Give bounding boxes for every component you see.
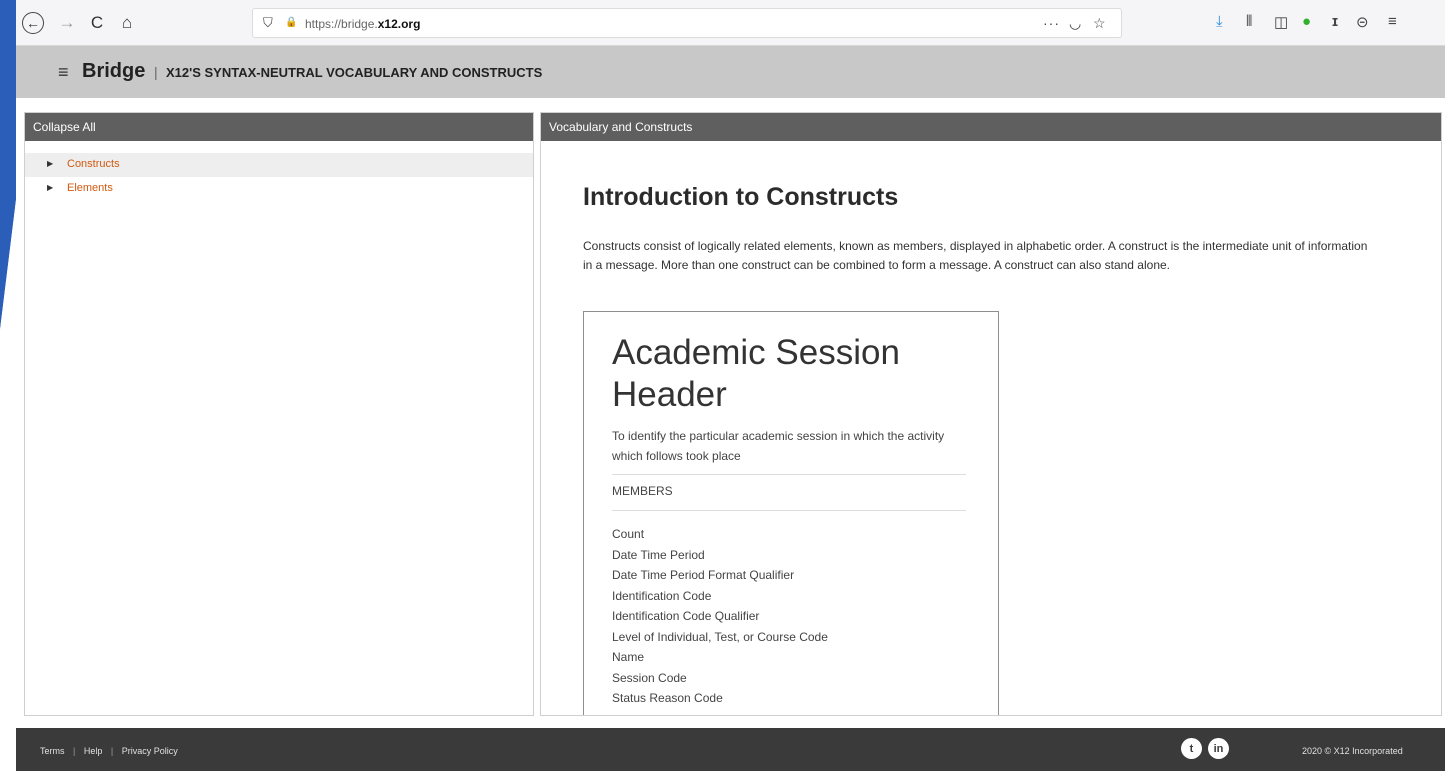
intro-paragraph: Constructs consist of logically related … [583,239,1368,272]
accent-shape [0,0,16,771]
tree-item-label[interactable]: Elements [67,182,113,194]
help-link[interactable]: Help [84,746,103,756]
content-panel: Vocabulary and Constructs Introduction t… [540,112,1442,716]
copyright-text: 2020 © X12 Incorporated [1302,746,1403,756]
footer: Terms | Help | Privacy Policy t in 2020 … [16,728,1445,771]
content-panel-header: Vocabulary and Constructs [541,113,1441,141]
slide-accent [0,0,16,771]
member-item: Identification Code Qualifier [612,609,760,623]
browser-toolbar: ← → C ⌂ ⛉ 🔒 https://bridge.x12.org ··· ◡… [16,0,1445,46]
footer-separator: | [110,746,114,756]
tree-item-constructs[interactable]: ▶ Constructs [25,153,533,177]
tree-item-label[interactable]: Constructs [67,158,120,170]
navigation-panel: Collapse All ▶ Constructs ▶ Elements [24,112,534,716]
member-item: Date Time Period Format Qualifier [612,568,795,582]
browser-menu-icon[interactable]: ≡ [1388,13,1397,30]
bookmark-star-icon[interactable]: ☆ [1093,15,1106,32]
lock-icon[interactable]: 🔒 [285,17,297,28]
forward-icon[interactable]: → [56,12,78,34]
construct-card: Academic Session Header To identify the … [583,311,999,715]
url-domain: x12.org [377,17,421,31]
site-subtitle: X12'S SYNTAX-NEUTRAL VOCABULARY AND CONS… [166,65,543,80]
info-icon[interactable]: ɪ [1332,13,1338,30]
url-prefix: https://bridge. [305,17,378,31]
library-icon[interactable]: ⫴ [1246,13,1252,30]
address-bar[interactable]: ⛉ 🔒 https://bridge.x12.org ··· ◡ ☆ [252,8,1122,38]
brand-separator: | [154,64,158,80]
tree-list: ▶ Constructs ▶ Elements [25,141,533,201]
twitter-icon[interactable]: t [1181,738,1202,759]
member-item: Count [612,527,645,541]
member-item: Level of Individual, Test, or Course Cod… [612,629,828,644]
page-title: Introduction to Constructs [583,183,899,211]
expand-arrow-icon[interactable]: ▶ [47,159,53,168]
url-text[interactable]: https://bridge.x12.org [305,17,420,31]
app-header: ≡ Bridge | X12'S SYNTAX-NEUTRAL VOCABULA… [16,46,1445,98]
more-icon[interactable]: ··· [1043,15,1060,31]
expand-arrow-icon[interactable]: ▶ [47,183,53,192]
shield-icon[interactable]: ⛉ [263,15,273,31]
footer-links: Terms | Help | Privacy Policy [40,746,178,756]
home-icon[interactable]: ⌂ [116,12,138,34]
privacy-policy-link[interactable]: Privacy Policy [122,746,178,756]
hamburger-menu-icon[interactable]: ≡ [58,62,69,83]
construct-title: Academic Session Header [612,333,900,414]
member-item: Name [612,650,645,664]
member-item: Session Code [612,670,687,685]
member-item: Identification Code [612,588,712,603]
members-list: Count Date Time Period Date Time Period … [612,524,828,709]
construct-description: To identify the particular academic sess… [612,429,945,463]
pocket-icon[interactable]: ◡ [1069,15,1081,32]
divider [612,510,966,511]
footer-separator: | [73,746,76,756]
collapse-all-button[interactable]: Collapse All [25,113,533,141]
download-icon[interactable]: ⤓ [1216,13,1223,30]
member-item: Status Reason Code [612,691,723,705]
extension-icon[interactable]: ● [1302,13,1311,30]
back-icon[interactable]: ← [22,12,44,34]
account-icon[interactable]: ⊝ [1356,13,1369,31]
terms-link[interactable]: Terms [40,746,65,756]
tree-item-elements[interactable]: ▶ Elements [25,177,533,201]
member-item: Date Time Period [612,547,705,562]
sidebar-icon[interactable]: ◫ [1274,13,1288,31]
brand-logo[interactable]: Bridge [82,60,145,83]
linkedin-icon[interactable]: in [1208,738,1229,759]
reload-icon[interactable]: C [86,12,108,34]
members-heading: MEMBERS [612,484,673,498]
divider [612,474,966,475]
